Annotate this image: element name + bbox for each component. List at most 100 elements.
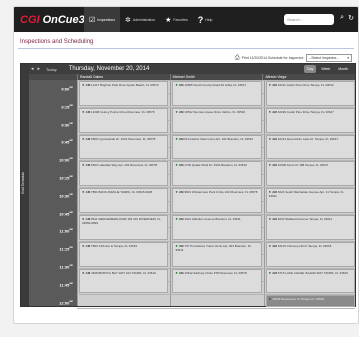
appointment-address: 7801 BANK AVENUE TAMPA, FL 33618-9028 [91,190,153,195]
appointment-address: 10029 Cedar Pine Drive Tampa, FL 33647 [277,109,334,114]
appointment-block[interactable]: ● AM 610 Harbor Mast Court Apt. 101 Bran… [172,134,262,160]
appointment-block[interactable]: ● AM 10512 Sunrise House Drive Valrico, … [172,107,262,133]
tab-favorites-label: Favorites [173,17,188,22]
next-day-icon[interactable]: ▸ [38,66,41,72]
view-week-button[interactable]: Week [318,65,333,73]
appointment-address: 9606 Cypressdale Dr. #101 Riverview, FL … [91,136,156,141]
appointment-address: 11308 Colony Pointe Drive Riverview, FL … [91,109,155,114]
appointment-address: 4623 Stallward Avenue Tampa, FL 33611 [277,217,333,221]
brand-logo[interactable]: CGI OnCue360 [14,13,97,26]
prev-day-icon[interactable]: ◂ [31,66,34,72]
time-slot-label: 10:30am [59,192,73,199]
appointment-block[interactable]: ● AM 10612 Zachary Circle #78 Riverview,… [172,268,262,294]
today-button[interactable]: Today [46,67,57,72]
view-switcher: Day Week Month [304,65,351,73]
time-slot-label: 10:45am [59,210,73,216]
appointment-block[interactable]: ● AM 9523 Lakedale Way Apt. 202 Rivervie… [79,161,169,187]
appointment-block[interactable]: ● AM 7801 BANK AVENUE TAMPA, FL 33618-90… [79,188,169,213]
time-slot-label: 10:15am [59,175,73,181]
view-day-button[interactable]: Day [304,65,317,73]
calendar-date: Thursday, November 20, 2014 [68,66,150,72]
appointment-block[interactable]: ● AM 10305 Acres Dr 188 Tampa, FL 33647 [265,161,355,187]
time-slot-label: 9:00am [61,86,73,92]
appointment-address: 7803 13th Ave E Tampa, FL 33619 [91,243,138,248]
appointment-address: 10214 Devonshire Lake Dr. Tampa, FL 3364… [277,136,339,141]
appointment-address: 11603 Newcomen Ct Tampa, FL 33618 [272,297,324,302]
appointment-block[interactable]: ● AM 10214 Devonshire Lake Dr. Tampa, FL… [265,134,355,160]
brand-cgi: CGI [20,13,40,26]
chevron-down-icon: ▾ [347,56,349,60]
print-schedule-row: ⎙ Print 11/20/2014 Schedule for Inspecto… [235,54,352,62]
page-title: Inspections and Scheduling [20,39,94,45]
appointment-block[interactable]: ● AM 1730 Quaile Wind Dr. #104 Brandon, … [172,161,262,187]
refresh-icon[interactable]: ↻ [348,14,354,22]
appointment-address: 12117 Brighton Park Drive Apollo Beach, … [91,83,159,87]
time-slot-label: 11:45am [59,281,73,288]
appointment-block[interactable]: ● AM 12117 Brighton Park Drive Apollo Be… [79,81,169,106]
tab-inspections-label: Inspections [97,17,115,22]
tab-administration[interactable]: ✲ Administration [120,7,160,32]
printer-icon[interactable]: ⎙ [235,55,240,62]
appointment-block[interactable]: ● AM 10115 Chimney Hill Ct Tampa, FL 336… [265,241,355,267]
time-slot-label: 11:30am [59,264,73,270]
appointment-block[interactable]: ● AM 4628 BRISTOL BAY WAY 102 TAMPA, FL … [79,268,169,294]
time-column: 9:00am 9:15am 9:30am 9:45am 10:00am 10:15am 10… [29,80,77,306]
appointment-address: 9523 Lakedale Way Apt. 202 Riverview, FL… [91,163,158,168]
title-divider [18,48,354,49]
schedule-calendar: Grid Schedule ◂ ▸ Today Thursday, Novemb… [20,63,356,309]
appointment-block[interactable]: ● AM 9606 Cypressdale Dr. #101 Riverview… [79,134,169,160]
appointment-address: 707 Providence Trace Circle Apt. 303 Bra… [175,243,252,252]
tab-help[interactable]: ? Help [193,7,218,32]
star-icon: ★ [165,16,172,24]
tab-administration-label: Administration [132,17,156,22]
appointment-address: 1021 Abbotton Avenue Brandon, FL 33511 [184,217,241,221]
appointment-block[interactable]: ● AM 4624 South Manhattan Avenue Apt. 21… [265,188,355,213]
time-slot-label: 12:00am [59,299,73,305]
time-slot-label: 11:15am [59,246,73,252]
time-slot-label: 10:00am [59,157,73,163]
appointment-address: 4624 South Manhattan Avenue Apt. 21 Tamp… [268,190,344,199]
schedule-grid: ● AM 12117 Brighton Park Drive Apollo Be… [77,80,355,309]
inspector-select-value: --Select Inspector-- [309,56,339,60]
appointment-address: 9821 Windermere Park Circle 102 Rivervie… [184,190,258,195]
time-slot-label: 9:15am [61,103,73,110]
appointment-address: 10512 Sunrise House Drive Valrico, FL 33… [184,109,246,114]
app-window: CGI OnCue360 ☑ Inspections ✲ Administrat… [13,6,359,324]
search-icon[interactable]: ⌕ [340,14,344,22]
calendar-side-label: Grid Schedule [21,64,29,306]
appointment-block[interactable]: ● AM 707 Providence Trace Circle Apt. 30… [172,241,262,267]
appointment-address: 10505 South County Road 39 Lithia, FL 33… [184,83,247,87]
search-input[interactable]: Search... [284,14,334,25]
tab-inspections[interactable]: ☑ Inspections [84,7,120,32]
view-month-button[interactable]: Month [335,65,351,73]
tab-favorites[interactable]: ★ Favorites [160,7,193,32]
inspector-select[interactable]: --Select Inspector-- ▾ [306,54,352,62]
print-label[interactable]: Print 11/20/2014 Schedule for Inspector: [242,56,304,60]
appointment-block[interactable]: ● AM 10211 Cedar Pine Drive Tampa, FL 33… [265,81,355,106]
appointment-address: 10612 Zachary Circle #78 Riverview, FL 3… [184,270,247,275]
appointment-block[interactable]: ● AM 10029 Cedar Pine Drive Tampa, FL 33… [265,107,355,133]
appointment-block[interactable]: ● AM 11308 Colony Pointe Drive Riverview… [79,107,169,133]
appointment-block[interactable]: ● 11603 Newcomen Ct Tampa, FL 33618 [265,295,355,307]
tab-help-label: Help [205,17,213,22]
appointment-address: 1730 Quaile Wind Dr. #104 Brandon, FL 33… [184,163,247,168]
appointment-block[interactable]: ● AM 10505 South County Road 39 Lithia, … [172,81,262,106]
question-icon: ? [197,14,204,25]
check-icon: ☑ [89,16,96,24]
appointment-address: 6715 LAKE CHASE ISLAND WAY TAMPA, FL 336… [277,270,348,275]
appointment-address: 10305 Acres Dr 188 Tampa, FL 33647 [277,163,329,168]
appointment-block[interactable]: ● AM 4623 Stallward Avenue Tampa, FL 336… [265,215,355,240]
appointment-address: 8611 WEDGEMERE PARK DR 201 RIVERVIEW, FL… [82,217,161,225]
appointment-block[interactable]: ● AM 8611 WEDGEMERE PARK DR 201 RIVERVIE… [79,215,169,240]
time-slot-label: 9:30am [61,121,73,127]
calendar-header: ◂ ▸ Today Thursday, November 20, 2014 Da… [29,64,355,74]
appointment-block[interactable]: ● AM 7803 13th Ave E Tampa, FL 33619 [79,241,169,267]
appointment-block[interactable]: ● AM 1021 Abbotton Avenue Brandon, FL 33… [172,215,262,240]
appointment-block[interactable]: ● AM 9821 Windermere Park Circle 102 Riv… [172,188,262,213]
time-slot-label: 11:00am [59,228,73,234]
appointment-address: 10211 Cedar Pine Drive Tampa, FL 33642 [277,83,334,87]
appointment-address: 4628 BRISTOL BAY WAY 102 TAMPA, FL 33619 [91,270,156,275]
gear-icon: ✲ [125,16,131,24]
time-slot-label: 9:45am [61,139,73,145]
appointment-block[interactable]: ● AM 6715 LAKE CHASE ISLAND WAY TAMPA, F… [265,268,355,294]
